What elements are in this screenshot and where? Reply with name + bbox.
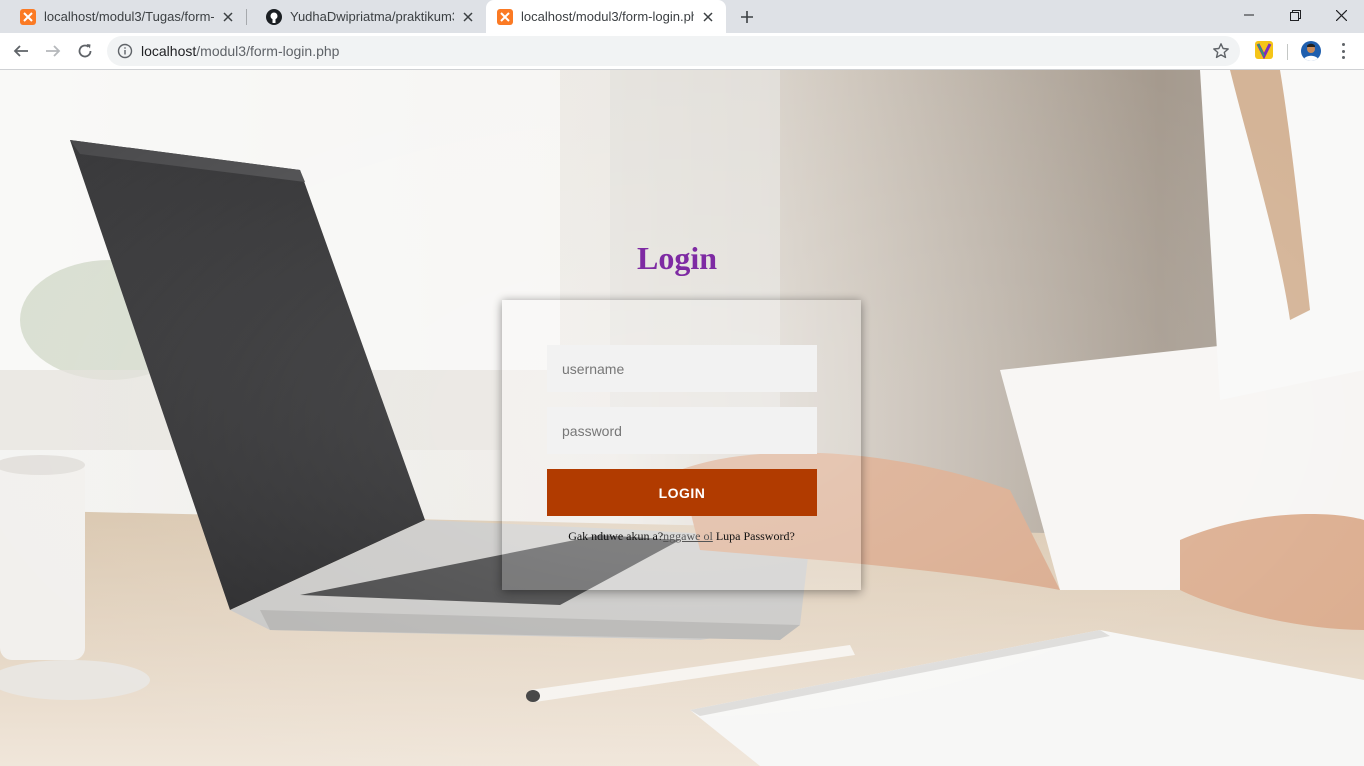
login-form: LOGIN Gak nduwe akun a?nggawe ol Lupa Pa… — [502, 300, 861, 590]
login-button[interactable]: LOGIN — [547, 469, 817, 516]
reload-icon — [78, 44, 92, 58]
profile-avatar[interactable] — [1301, 41, 1321, 61]
tab-title: localhost/modul3/Tugas/form-lo — [44, 9, 214, 24]
browser-toolbar: localhost/modul3/form-login.php — [0, 33, 1364, 70]
toolbar-separator — [1287, 44, 1288, 60]
back-arrow-icon — [13, 45, 28, 57]
plus-icon — [741, 11, 753, 23]
back-button[interactable] — [9, 39, 33, 63]
register-link[interactable]: nggawe ol — [663, 529, 713, 543]
minimize-icon — [1244, 14, 1254, 16]
tab-title: localhost/modul3/form-login.ph — [521, 9, 694, 24]
tab-2[interactable]: YudhaDwipriatma/praktikum3yu — [246, 0, 486, 33]
page-viewport: Login LOGIN Gak nduwe akun a?nggawe ol L… — [0, 70, 1364, 766]
address-bar[interactable]: localhost/modul3/form-login.php — [107, 36, 1240, 66]
tab-3-active[interactable]: localhost/modul3/form-login.ph — [486, 0, 726, 33]
form-footer-message: Gak nduwe akun a?nggawe ol Lupa Password… — [502, 529, 861, 544]
url-path: /modul3/form-login.php — [196, 43, 340, 59]
tab-title: YudhaDwipriatma/praktikum3yu — [290, 9, 454, 24]
bookmark-star-icon[interactable] — [1212, 42, 1230, 60]
xampp-icon — [497, 8, 513, 25]
browser-menu-button[interactable] — [1334, 41, 1352, 61]
username-input[interactable] — [547, 345, 817, 392]
tab-1[interactable]: localhost/modul3/Tugas/form-lo — [0, 0, 246, 33]
page-title: Login — [636, 240, 718, 276]
forward-button[interactable] — [41, 39, 65, 63]
close-icon[interactable] — [220, 9, 236, 25]
address-url: localhost/modul3/form-login.php — [141, 43, 339, 59]
url-host: localhost — [141, 43, 197, 59]
reload-button[interactable] — [73, 39, 97, 63]
new-tab-button[interactable] — [736, 6, 758, 28]
github-icon — [266, 8, 282, 25]
close-icon[interactable] — [460, 9, 476, 25]
restore-icon — [1289, 9, 1301, 21]
xampp-icon — [20, 8, 36, 25]
password-input[interactable] — [547, 407, 817, 454]
close-icon[interactable] — [700, 9, 716, 25]
forgot-password-text: Lupa Password? — [712, 529, 795, 543]
no-account-text: Gak nduwe akun a? — [568, 529, 664, 543]
extension-icon[interactable] — [1255, 41, 1273, 59]
forward-arrow-icon — [46, 45, 61, 57]
avatar-icon — [1303, 43, 1319, 61]
minimize-button[interactable] — [1226, 0, 1272, 30]
info-icon[interactable] — [117, 43, 133, 59]
tab-strip: localhost/modul3/Tugas/form-lo YudhaDwip… — [0, 0, 1364, 33]
close-window-icon — [1335, 9, 1347, 21]
close-window-button[interactable] — [1318, 0, 1364, 30]
restore-button[interactable] — [1272, 0, 1318, 30]
